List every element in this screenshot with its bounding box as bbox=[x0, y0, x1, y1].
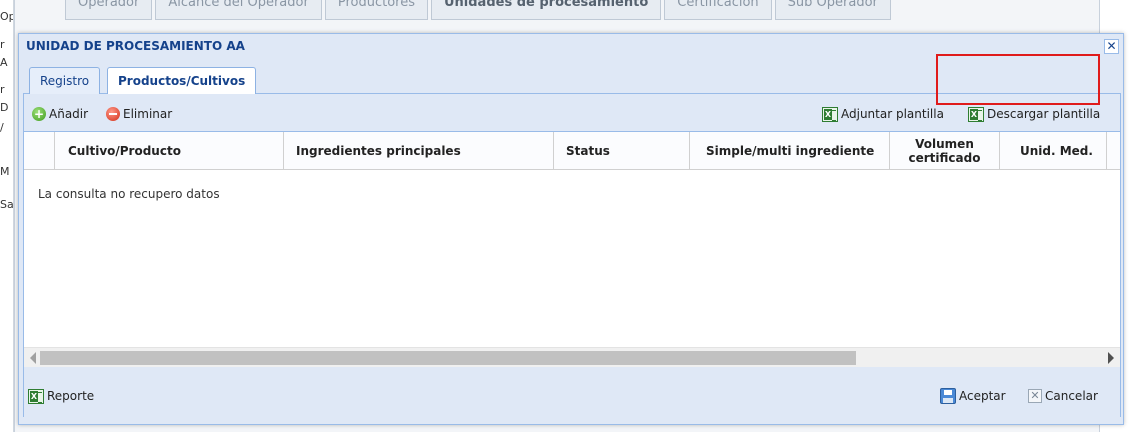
bg-tab-unidades[interactable]: Unidades de procesamiento bbox=[430, 0, 662, 20]
bg-tab-productores[interactable]: Productores bbox=[324, 0, 428, 20]
column-header-cultivo[interactable]: Cultivo/Producto bbox=[55, 132, 284, 170]
bg-tab-operador[interactable]: Operador bbox=[65, 0, 153, 20]
bg-fragment: M bbox=[0, 165, 10, 178]
report-label: Reporte bbox=[47, 389, 95, 403]
excel-icon bbox=[28, 388, 44, 404]
bg-fragment: Sa bbox=[0, 198, 14, 211]
cancel-label: Cancelar bbox=[1045, 389, 1098, 403]
empty-grid-message: La consulta no recupero datos bbox=[38, 187, 220, 201]
add-icon: + bbox=[32, 107, 46, 121]
products-panel: + Añadir Eliminar Adjuntar plantilla Des… bbox=[23, 94, 1121, 417]
column-header-unid-med[interactable]: Unid. Med. bbox=[1000, 132, 1107, 170]
horizontal-scrollbar[interactable] bbox=[24, 347, 1120, 367]
dialog-footer: Reporte Aceptar ✕ Cancelar bbox=[24, 367, 1120, 417]
close-icon[interactable]: ✕ bbox=[1104, 39, 1119, 54]
row-marker-column bbox=[24, 132, 55, 170]
download-template-label: Descargar plantilla bbox=[987, 107, 1101, 121]
excel-icon bbox=[822, 106, 838, 122]
bg-fragment: r bbox=[0, 38, 5, 51]
bg-fragment: Operac bbox=[0, 10, 13, 23]
scroll-left-arrow-icon[interactable] bbox=[30, 352, 36, 364]
column-header-volumen[interactable]: Volumen certificado bbox=[890, 132, 1000, 170]
dialog-title: UNIDAD DE PROCESAMIENTO AA bbox=[26, 39, 245, 53]
grid-header: Cultivo/Producto Ingredientes principale… bbox=[24, 132, 1120, 170]
bg-tab-certificacion[interactable]: Certificación bbox=[664, 0, 772, 20]
save-icon bbox=[940, 388, 956, 404]
report-button[interactable]: Reporte bbox=[28, 386, 94, 406]
column-header-ingredientes[interactable]: Ingredientes principales bbox=[284, 132, 554, 170]
bg-fragment: r bbox=[0, 83, 5, 96]
bg-fragment: A bbox=[0, 56, 8, 69]
delete-icon bbox=[106, 107, 120, 121]
attach-template-button[interactable]: Adjuntar plantilla bbox=[822, 104, 944, 124]
tab-productos-cultivos[interactable]: Productos/Cultivos bbox=[107, 67, 257, 95]
column-header-status[interactable]: Status bbox=[554, 132, 690, 170]
column-header-simple-multi[interactable]: Simple/multi ingrediente bbox=[690, 132, 890, 170]
bg-tab-alcance[interactable]: Alcance del Operador bbox=[155, 0, 322, 20]
bg-tab-sub-operador[interactable]: Sub Operador bbox=[774, 0, 891, 20]
bg-fragment: D bbox=[0, 101, 9, 114]
add-button[interactable]: + Añadir bbox=[32, 104, 88, 124]
add-label: Añadir bbox=[49, 107, 89, 121]
scroll-right-arrow-icon[interactable] bbox=[1108, 352, 1114, 364]
accept-button[interactable]: Aceptar bbox=[940, 386, 1006, 406]
accept-label: Aceptar bbox=[959, 389, 1006, 403]
background-left-strip: Operac r A r D / M Sa bbox=[0, 0, 14, 432]
delete-label: Eliminar bbox=[123, 107, 173, 121]
tab-registro[interactable]: Registro bbox=[29, 67, 101, 95]
delete-button[interactable]: Eliminar bbox=[106, 104, 172, 124]
download-template-button[interactable]: Descargar plantilla bbox=[968, 104, 1100, 124]
cancel-button[interactable]: ✕ Cancelar bbox=[1028, 386, 1098, 406]
background-tabbar: Operador Alcance del Operador Productore… bbox=[65, 0, 891, 24]
cancel-icon: ✕ bbox=[1028, 389, 1042, 403]
attach-template-label: Adjuntar plantilla bbox=[841, 107, 944, 121]
excel-icon bbox=[968, 106, 984, 122]
bg-fragment: / bbox=[0, 121, 4, 134]
scrollbar-thumb[interactable] bbox=[40, 351, 856, 365]
highlight-box bbox=[936, 54, 1100, 105]
